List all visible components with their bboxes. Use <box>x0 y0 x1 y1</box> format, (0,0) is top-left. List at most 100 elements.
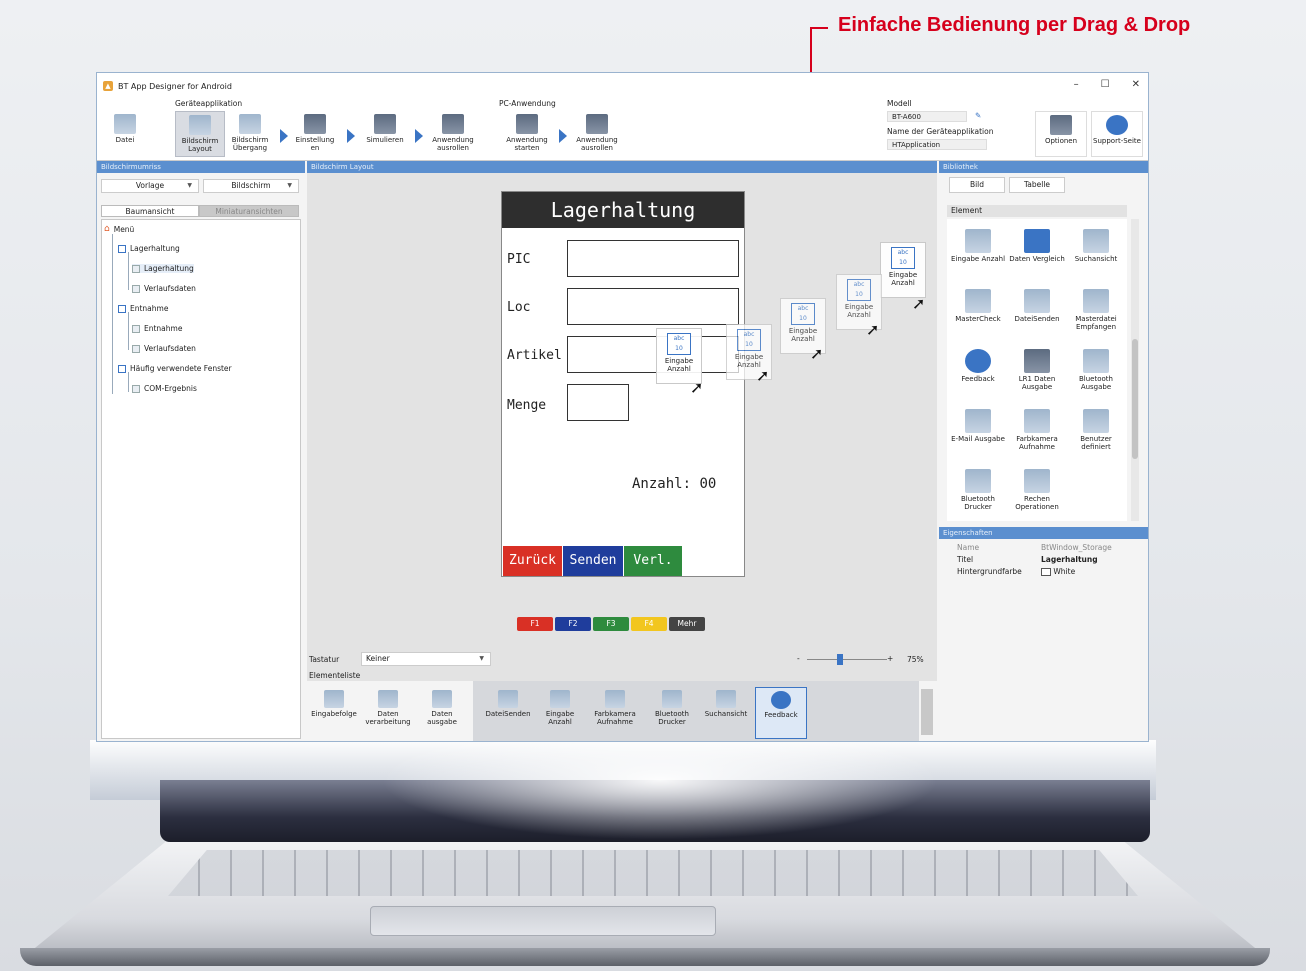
laptop-trackpad <box>370 906 716 936</box>
screen-layout-button[interactable]: Bildschirm Layout <box>175 111 225 157</box>
more-key[interactable]: Mehr <box>669 617 705 631</box>
lib-calc-operations[interactable]: Rechen Operationen <box>1008 463 1066 521</box>
screen-dropdown[interactable]: Bildschirm <box>203 179 299 193</box>
zoom-out-button[interactable]: - <box>797 654 800 663</box>
page-icon <box>132 384 140 393</box>
arrow-right-icon <box>347 129 355 143</box>
element-data-processing[interactable]: Daten verarbeitung <box>363 687 413 739</box>
send-button[interactable]: Senden <box>563 546 623 576</box>
tree-item-menu[interactable]: ⌂ Menü <box>104 224 134 234</box>
edit-pencil-icon[interactable]: ✎ <box>975 111 981 120</box>
tab-tree-view[interactable]: Baumansicht <box>101 205 199 217</box>
lib-user-defined[interactable]: Benutzer definiert <box>1067 403 1125 461</box>
lib-feedback[interactable]: Feedback <box>949 343 1007 401</box>
tree-item-withdraw[interactable]: Entnahme <box>118 304 168 313</box>
element-bt-printer[interactable]: Bluetooth Drucker <box>647 687 697 739</box>
tree-item-history-2[interactable]: Verlaufsdaten <box>132 344 196 353</box>
prop-title-value[interactable]: Lagerhaltung <box>1041 555 1098 564</box>
app-name-field[interactable]: HTApplication <box>887 139 987 150</box>
article-input[interactable] <box>567 336 739 373</box>
zoom-slider-thumb[interactable] <box>837 654 843 665</box>
distribute-app-pc-button[interactable]: Anwendung ausrollen <box>571 111 623 157</box>
master-check-icon <box>965 289 991 313</box>
keyboard-label: Tastatur <box>309 655 340 664</box>
f4-key[interactable]: F4 <box>631 617 667 631</box>
lib-master-check[interactable]: MasterCheck <box>949 283 1007 341</box>
simulate-icon <box>374 114 396 134</box>
strip-scroll-right[interactable] <box>921 689 933 735</box>
element-input-sequence[interactable]: Eingabefolge <box>309 687 359 739</box>
input-count-icon <box>965 229 991 253</box>
label-loc: Loc <box>507 300 531 315</box>
zoom-slider-track[interactable] <box>807 659 887 660</box>
prop-title-key: Titel <box>957 555 974 564</box>
sequence-icon <box>324 690 344 708</box>
app-window: ▲ BT App Designer for Android – ☐ ✕ Gerä… <box>96 72 1149 742</box>
zoom-in-button[interactable]: + <box>887 654 893 663</box>
drag-ghost-input-count: abc 10 Eingabe Anzahl <box>880 242 926 298</box>
keyboard-dropdown[interactable]: Keiner <box>361 652 491 666</box>
distribute-app-button[interactable]: Anwendung ausrollen <box>427 111 479 157</box>
lib-bluetooth-output[interactable]: Bluetooth Ausgabe <box>1067 343 1125 401</box>
bluetooth-icon <box>1083 349 1109 373</box>
pic-input[interactable] <box>567 240 739 277</box>
lib-file-send[interactable]: DateiSenden <box>1008 283 1066 341</box>
library-scrollbar[interactable] <box>1131 219 1139 521</box>
history-button[interactable]: Verl. <box>624 546 682 576</box>
tree-item-com-result[interactable]: COM-Ergebnis <box>132 384 197 393</box>
template-dropdown[interactable]: Vorlage <box>101 179 199 193</box>
tree-item-frequent[interactable]: Häufig verwendete Fenster <box>118 364 232 373</box>
cursor-icon: ➚ <box>810 344 824 363</box>
tree-item-storage-child[interactable]: Lagerhaltung <box>132 264 194 273</box>
element-file-send[interactable]: DateiSenden <box>483 687 533 739</box>
app-name-label: Name der Geräteapplikation <box>887 127 994 136</box>
close-button[interactable]: ✕ <box>1132 79 1140 90</box>
lib-email-output[interactable]: E-Mail Ausgabe <box>949 403 1007 461</box>
upload-icon <box>442 114 464 134</box>
lib-data-compare[interactable]: Daten Vergleich <box>1008 223 1066 281</box>
f3-key[interactable]: F3 <box>593 617 629 631</box>
element-color-camera[interactable]: Farbkamera Aufnahme <box>587 687 643 739</box>
f2-key[interactable]: F2 <box>555 617 591 631</box>
lib-lr1-output[interactable]: LR1 Daten Ausgabe <box>1008 343 1066 401</box>
tree-item-storage[interactable]: Lagerhaltung <box>118 244 180 253</box>
element-feedback[interactable]: Feedback <box>755 687 807 739</box>
speaker-icon <box>965 349 991 373</box>
options-button[interactable]: Optionen <box>1035 111 1087 157</box>
support-button[interactable]: Support-Seite <box>1091 111 1143 157</box>
tree-item-withdraw-child[interactable]: Entnahme <box>132 324 182 333</box>
gear-icon <box>304 114 326 134</box>
start-app-button[interactable]: Anwendung starten <box>501 111 553 157</box>
simulate-button[interactable]: Simulieren <box>361 111 409 157</box>
settings-button[interactable]: Einstellung en <box>293 111 337 157</box>
tab-thumbnails[interactable]: Miniaturansichten <box>199 205 299 217</box>
tree-item-history[interactable]: Verlaufsdaten <box>132 284 196 293</box>
quantity-input[interactable] <box>567 384 629 421</box>
cursor-icon: ➚ <box>690 378 704 397</box>
library-tab-table[interactable]: Tabelle <box>1009 177 1065 193</box>
back-button[interactable]: Zurück <box>503 546 562 576</box>
compare-icon <box>1024 229 1050 253</box>
lib-bt-printer[interactable]: Bluetooth Drucker <box>949 463 1007 521</box>
model-field[interactable]: BT-A600 <box>887 111 967 122</box>
maximize-button[interactable]: ☐ <box>1101 79 1110 90</box>
library-section-header: Element <box>947 205 1127 217</box>
element-data-output[interactable]: Daten ausgabe <box>417 687 467 739</box>
lib-search-view[interactable]: Suchansicht <box>1067 223 1125 281</box>
screen-transition-button[interactable]: Bildschirm Übergang <box>225 111 275 157</box>
file-button[interactable]: Datei <box>105 111 145 157</box>
drag-drop-callout: Einfache Bedienung per Drag & Drop <box>838 14 1191 36</box>
scrollbar-thumb[interactable] <box>1132 339 1138 459</box>
minimize-button[interactable]: – <box>1074 79 1079 90</box>
element-search-view[interactable]: Suchansicht <box>701 687 751 739</box>
prop-bg-value[interactable]: White <box>1041 567 1075 576</box>
loc-input[interactable] <box>567 288 739 325</box>
ribbon: Geräteapplikation PC-Anwendung Modell Da… <box>97 99 1148 161</box>
lib-input-count[interactable]: Eingabe Anzahl <box>949 223 1007 281</box>
lib-master-receive[interactable]: Masterdatei Empfangen <box>1067 283 1125 341</box>
element-input-count[interactable]: Eingabe Anzahl <box>537 687 583 739</box>
f1-key[interactable]: F1 <box>517 617 553 631</box>
lib-color-camera[interactable]: Farbkamera Aufnahme <box>1008 403 1066 461</box>
camera-icon <box>1024 409 1050 433</box>
library-tab-image[interactable]: Bild <box>949 177 1005 193</box>
